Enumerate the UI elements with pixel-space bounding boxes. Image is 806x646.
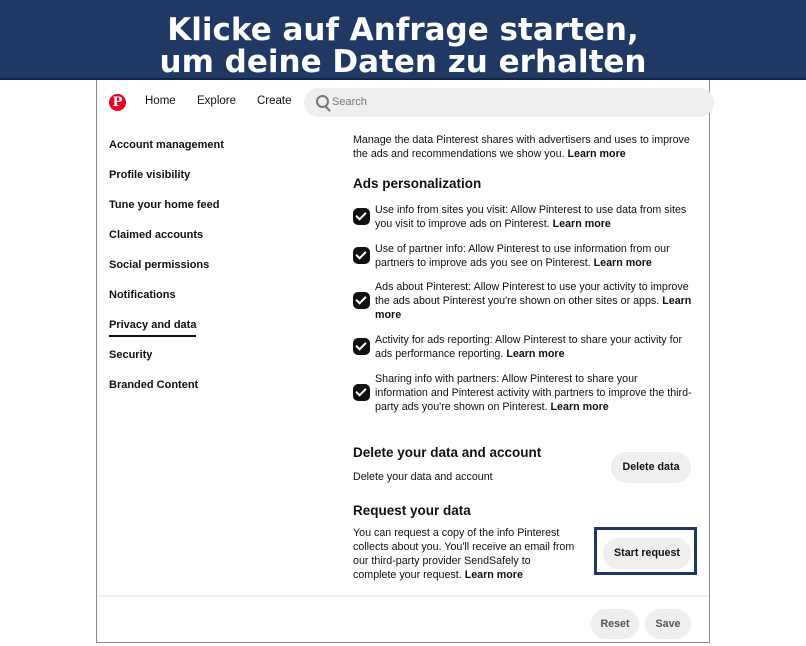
checkbox-ads-about-pinterest[interactable]: [353, 292, 370, 309]
search-icon: [316, 95, 329, 108]
checkbox-sites-you-visit[interactable]: [353, 208, 370, 225]
top-navbar: P Home Explore Create Search: [97, 80, 714, 124]
option-learn-more-link[interactable]: Learn more: [553, 218, 611, 230]
reset-button[interactable]: Reset: [591, 609, 639, 639]
option-learn-more-link[interactable]: Learn more: [594, 257, 652, 269]
nav-create-link[interactable]: Create: [257, 95, 292, 107]
request-data-heading: Request your data: [353, 503, 471, 518]
delete-data-heading: Delete your data and account: [353, 445, 542, 460]
instruction-banner: Klicke auf Anfrage starten, um deine Dat…: [0, 0, 806, 80]
option-text: Use info from sites you visit: Allow Pin…: [375, 204, 687, 230]
sidebar-item-branded-content[interactable]: Branded Content: [109, 379, 198, 391]
sidebar-item-profile-visibility[interactable]: Profile visibility: [109, 169, 190, 181]
nav-explore-link[interactable]: Explore: [197, 95, 236, 107]
ads-personalization-heading: Ads personalization: [353, 176, 482, 191]
sidebar-item-account-management[interactable]: Account management: [109, 139, 224, 151]
nav-home-link[interactable]: Home: [145, 95, 176, 107]
request-description-text: You can request a copy of the info Pinte…: [353, 527, 575, 581]
checkbox-sharing-with-partners[interactable]: [353, 384, 370, 401]
intro-learn-more-link[interactable]: Learn more: [567, 148, 625, 160]
sidebar-item-claimed-accounts[interactable]: Claimed accounts: [109, 229, 203, 241]
banner-line-1: Klicke auf Anfrage starten,: [167, 12, 639, 48]
sidebar-item-security[interactable]: Security: [109, 349, 152, 361]
save-button[interactable]: Save: [645, 609, 691, 639]
checkbox-partner-info[interactable]: [353, 247, 370, 264]
start-request-button[interactable]: Start request: [603, 538, 691, 569]
delete-data-button[interactable]: Delete data: [611, 452, 691, 483]
banner-line-2: um deine Daten zu erhalten: [159, 44, 647, 80]
ads-intro-text: Manage the data Pinterest shares with ad…: [353, 133, 693, 161]
search-input[interactable]: Search: [304, 88, 714, 117]
sidebar-item-tune-home-feed[interactable]: Tune your home feed: [109, 199, 219, 211]
checkbox-activity-reporting[interactable]: [353, 338, 370, 355]
sidebar-item-notifications[interactable]: Notifications: [109, 289, 176, 301]
request-learn-more-link[interactable]: Learn more: [465, 569, 523, 581]
request-data-description: You can request a copy of the info Pinte…: [353, 526, 575, 582]
option-text: Ads about Pinterest: Allow Pinterest to …: [375, 281, 689, 307]
delete-data-description: Delete your data and account: [353, 471, 493, 483]
sidebar-item-social-permissions[interactable]: Social permissions: [109, 259, 209, 271]
sidebar-item-privacy-and-data[interactable]: Privacy and data: [109, 319, 197, 337]
search-placeholder: Search: [332, 96, 367, 108]
footer-divider: [97, 595, 709, 597]
settings-window: P Home Explore Create Search Account man…: [96, 80, 714, 643]
option-learn-more-link[interactable]: Learn more: [551, 401, 609, 413]
option-text: Sharing info with partners: Allow Pinter…: [375, 373, 692, 413]
option-learn-more-link[interactable]: Learn more: [506, 348, 564, 360]
pinterest-logo-icon[interactable]: P: [109, 94, 126, 111]
intro-description: Manage the data Pinterest shares with ad…: [353, 134, 690, 160]
